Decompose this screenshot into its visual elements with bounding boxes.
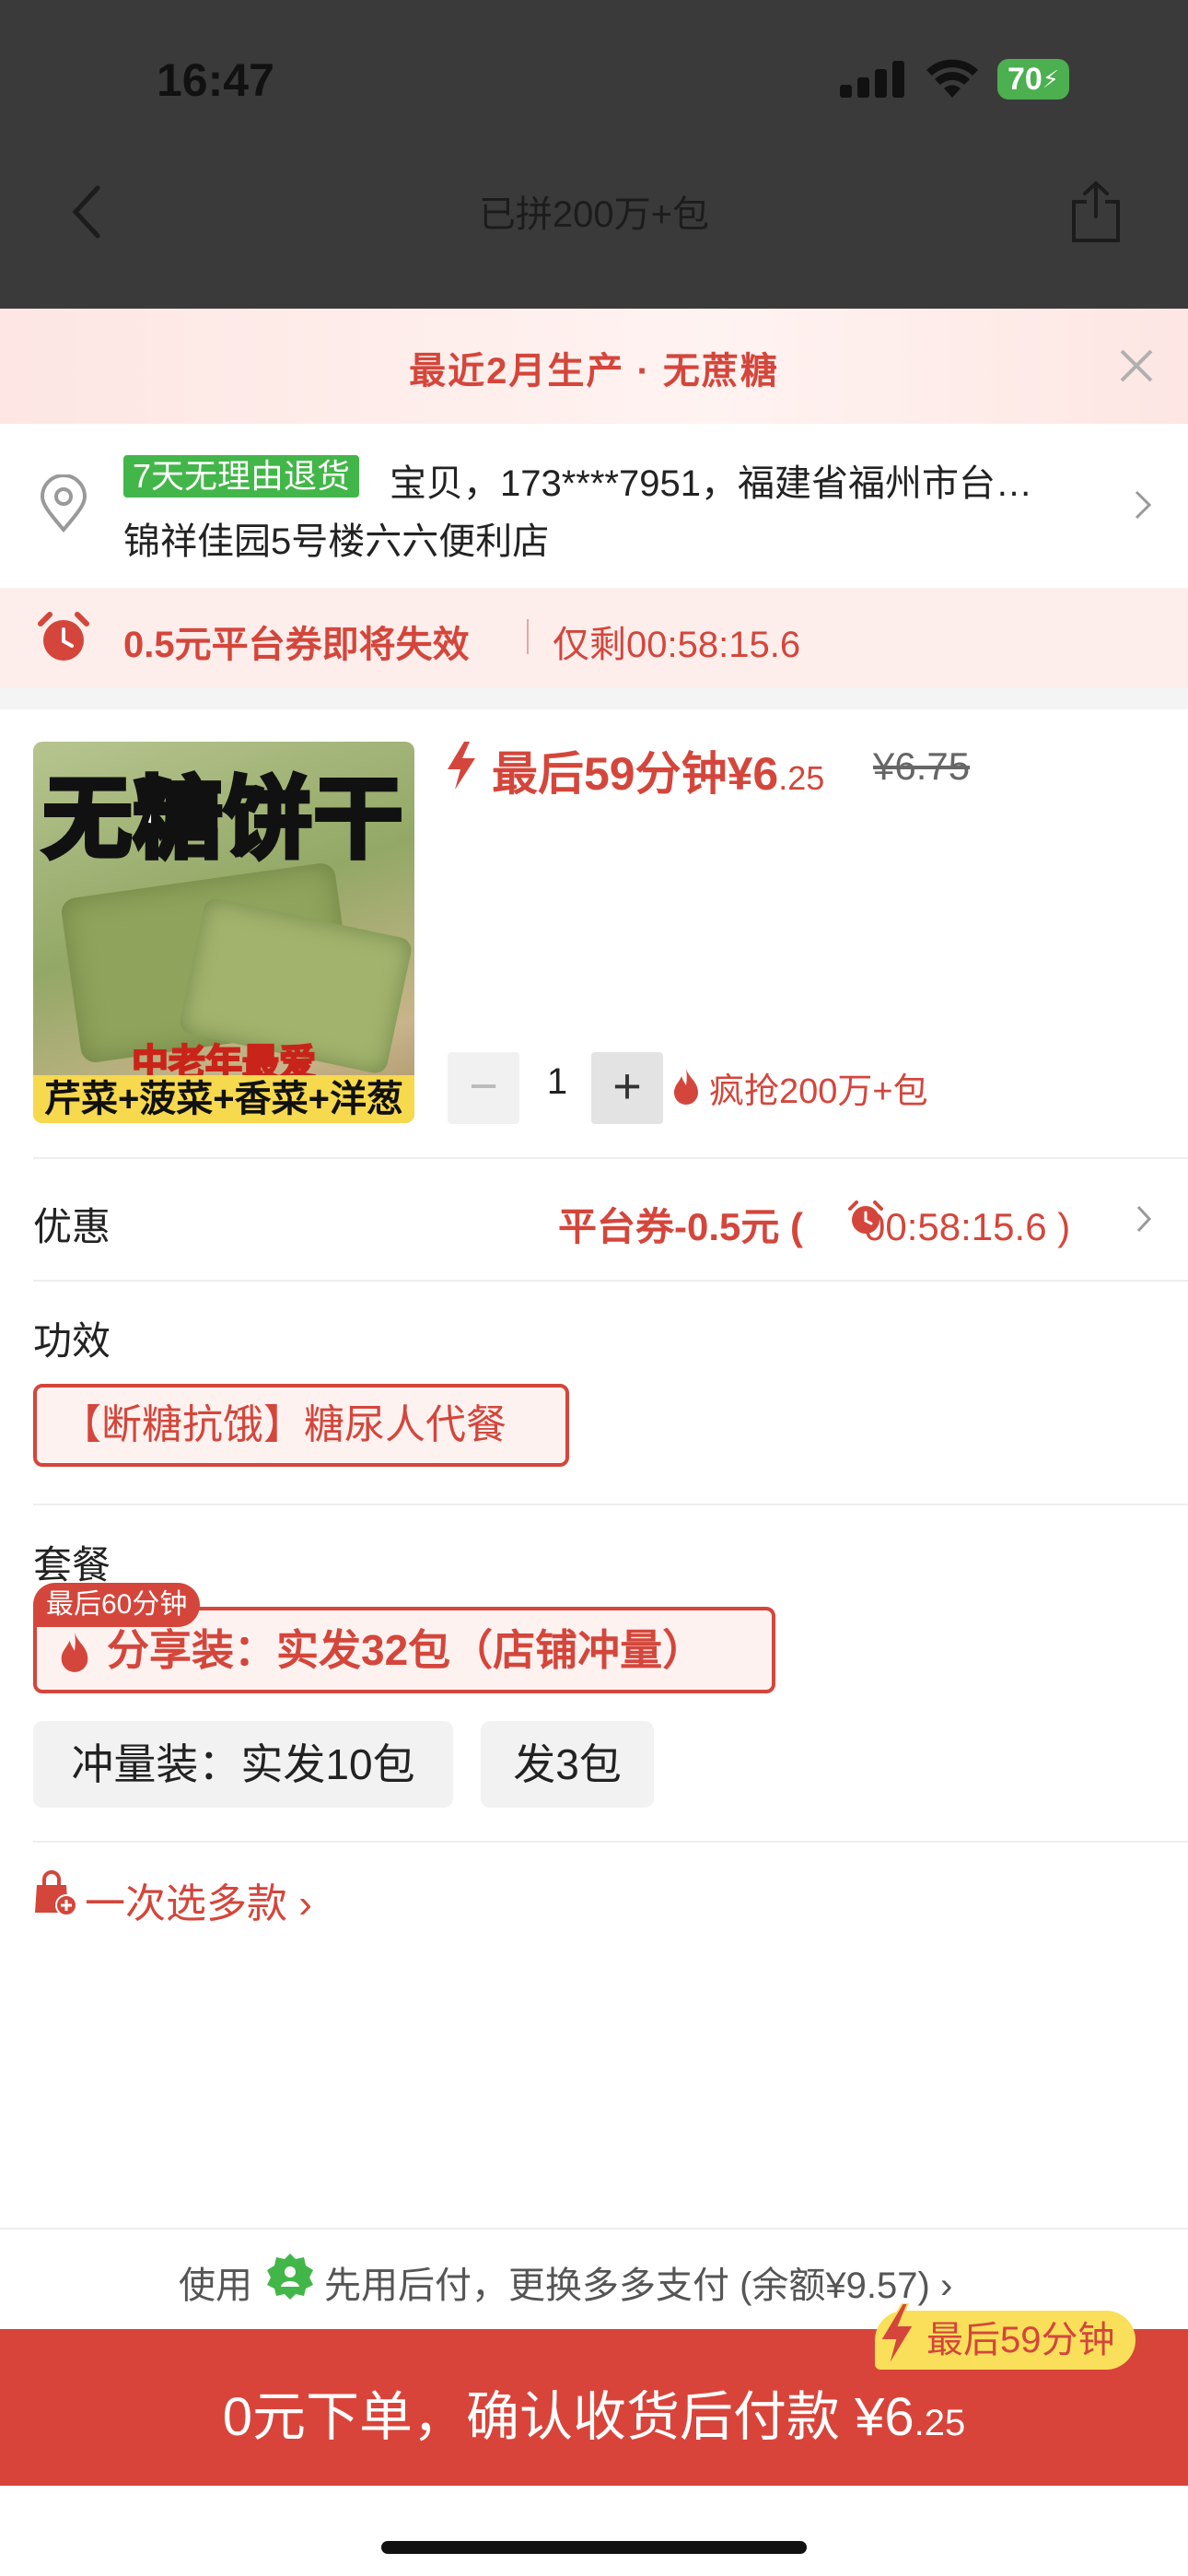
- price-decimal: .25: [778, 759, 825, 797]
- package-countdown-badge: 最后60分钟: [33, 1583, 201, 1627]
- coupon-expiry-text: 0.5元平台券即将失效: [123, 625, 470, 665]
- share-icon[interactable]: [1068, 180, 1124, 244]
- image-ingredients: 芹菜+菠菜+香菜+洋葱: [33, 1075, 414, 1123]
- flash-price: 最后59分钟¥6.25: [492, 737, 824, 803]
- image-title: 无糖饼干: [41, 768, 405, 872]
- alarm-clock-icon: [848, 1200, 883, 1234]
- package-option[interactable]: 冲量装：实发10包: [33, 1721, 453, 1808]
- signal-icon: [840, 61, 906, 98]
- order-label-decimal: .25: [914, 2403, 966, 2443]
- divider: [33, 1504, 1188, 1505]
- home-indicator: [381, 2541, 807, 2554]
- multi-select-link[interactable]: 一次选多款 ›: [85, 1870, 312, 1929]
- divider: [527, 619, 529, 654]
- fire-icon: [674, 1069, 698, 1105]
- divider: [33, 1841, 1188, 1843]
- payment-method-text: 先用后付，更换多多支付 (余额¥9.57) ›: [324, 2266, 953, 2306]
- flash-icon: [448, 742, 475, 790]
- discount-timer: 00:58:15.6 ): [864, 1205, 1071, 1248]
- quantity-increase-button[interactable]: +: [591, 1052, 663, 1124]
- quantity-value[interactable]: 1: [534, 1061, 580, 1103]
- discount-coupon: 平台券-0.5元 (: [558, 1205, 804, 1248]
- status-time: 16:47: [157, 54, 274, 106]
- quantity-decrease-button[interactable]: −: [448, 1052, 519, 1124]
- discount-value[interactable]: 平台券-0.5元 ( 00:58:15.6 ): [558, 1196, 1070, 1252]
- sold-count: 疯抢200万+包: [709, 1072, 928, 1111]
- page-title: 已拼200万+包: [478, 194, 710, 235]
- shopping-bag-plus-icon: [35, 1870, 77, 1916]
- efficacy-label: 功效: [33, 1319, 111, 1363]
- order-label-main: 0元下单，确认收货后付款 ¥6: [222, 2387, 914, 2447]
- fire-icon: [61, 1633, 88, 1672]
- close-icon[interactable]: [1116, 345, 1157, 386]
- package-option[interactable]: 发3包: [481, 1721, 654, 1808]
- wifi-icon: [926, 59, 978, 98]
- section-divider: [0, 687, 1188, 709]
- battery-level: 70: [1007, 61, 1042, 97]
- discount-label: 优惠: [33, 1205, 111, 1248]
- efficacy-option-selected[interactable]: 【断糖抗饿】糖尿人代餐: [33, 1384, 569, 1467]
- address-detail: 锦祥佳园5号楼六六便利店: [123, 521, 550, 562]
- chevron-right-icon: [1136, 1205, 1152, 1233]
- location-pin-icon: [40, 474, 87, 533]
- place-order-label: 0元下单，确认收货后付款 ¥6.25: [0, 2373, 1188, 2451]
- banner-text: 最近2月生产 · 无蔗糖: [409, 351, 779, 392]
- payment-prefix: 使用: [179, 2266, 252, 2306]
- address-recipient: 宝贝，173****7951，福建省福州市台…: [390, 463, 1032, 504]
- price-main: 最后59分钟¥6: [492, 748, 779, 800]
- coupon-countdown: 仅剩00:58:15.6: [553, 625, 801, 665]
- chevron-right-icon: [1135, 490, 1152, 520]
- original-price: ¥6.75: [873, 744, 971, 788]
- battery-indicator: 70 ⚡: [997, 59, 1069, 100]
- divider: [33, 1157, 1188, 1159]
- flash-icon: [879, 2303, 915, 2368]
- product-image[interactable]: 无糖饼干 中老年最爱 芹菜+菠菜+香菜+洋葱: [33, 742, 414, 1123]
- header-bar: [0, 0, 1188, 309]
- alarm-clock-icon: [38, 612, 89, 661]
- charging-icon: ⚡: [1042, 64, 1060, 93]
- return-policy-tag: 7天无理由退货: [123, 455, 360, 498]
- pay-later-icon: [267, 2254, 313, 2300]
- package-label: 套餐: [33, 1543, 111, 1587]
- divider: [33, 1280, 1188, 1282]
